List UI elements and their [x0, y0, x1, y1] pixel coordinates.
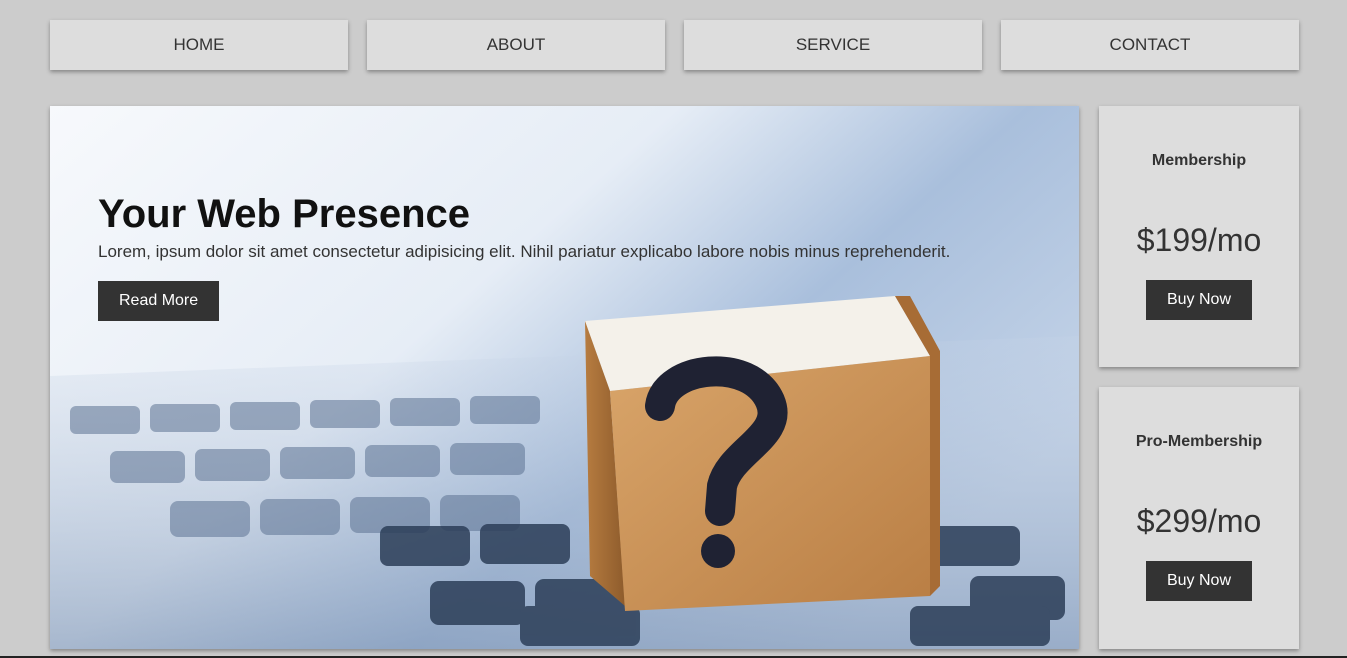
nav-contact[interactable]: CONTACT [1001, 20, 1299, 70]
plan-price: $299/mo [1136, 503, 1262, 539]
main-nav: HOME ABOUT SERVICE CONTACT [50, 20, 1299, 70]
hero-content: Your Web Presence Lorem, ipsum dolor sit… [98, 190, 950, 321]
nav-about[interactable]: ABOUT [367, 20, 665, 70]
plan-name: Membership [1151, 152, 1247, 169]
read-more-button[interactable]: Read More [98, 281, 220, 321]
hero-image [50, 106, 1079, 649]
hero-description: Lorem, ipsum dolor sit amet consectetur … [98, 242, 951, 261]
pro-membership-card: Pro-Membership $299/mo Buy Now [1099, 387, 1299, 649]
buy-now-button[interactable]: Buy Now [1145, 280, 1253, 320]
nav-home[interactable]: HOME [50, 20, 348, 70]
hero-title: Your Web Presence [98, 192, 470, 236]
hero-showcase: Your Web Presence Lorem, ipsum dolor sit… [50, 106, 1079, 649]
plan-name: Pro-Membership [1135, 433, 1263, 450]
plan-price: $199/mo [1136, 222, 1262, 258]
buy-now-button[interactable]: Buy Now [1145, 561, 1253, 601]
membership-card: Membership $199/mo Buy Now [1099, 106, 1299, 367]
nav-service[interactable]: SERVICE [684, 20, 982, 70]
